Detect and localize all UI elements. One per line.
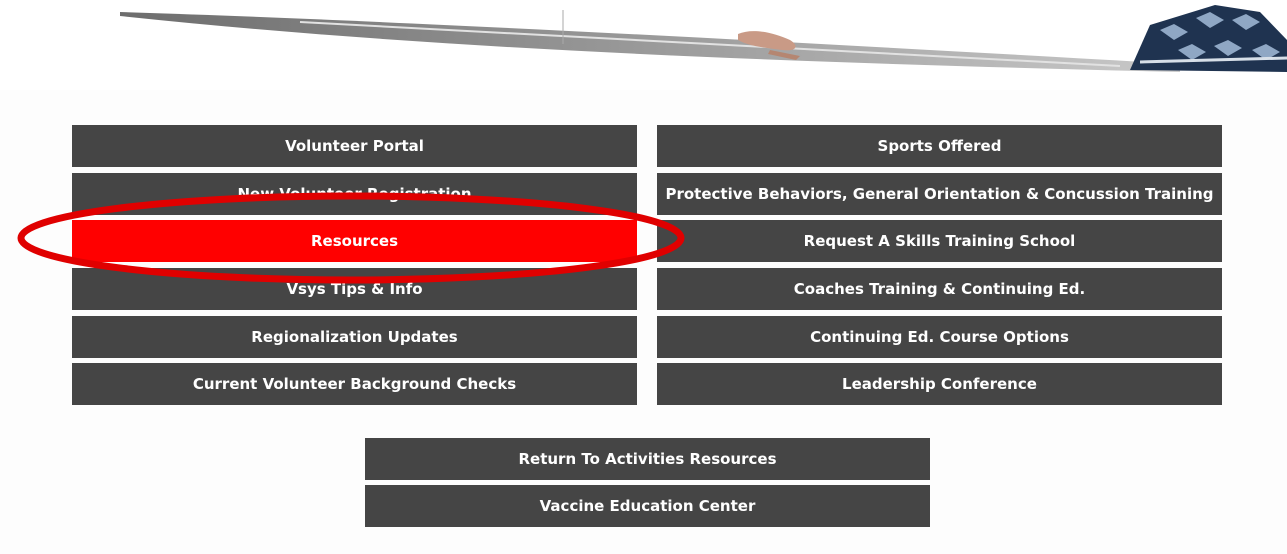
- coaches-training-button[interactable]: Coaches Training & Continuing Ed.: [657, 268, 1222, 310]
- new-volunteer-registration-button[interactable]: New Volunteer Registration: [72, 173, 637, 215]
- vsys-tips-info-button[interactable]: Vsys Tips & Info: [72, 268, 637, 310]
- volunteer-portal-button[interactable]: Volunteer Portal: [72, 125, 637, 167]
- sports-offered-button[interactable]: Sports Offered: [657, 125, 1222, 167]
- request-skills-training-button[interactable]: Request A Skills Training School: [657, 220, 1222, 262]
- continuing-ed-options-button[interactable]: Continuing Ed. Course Options: [657, 316, 1222, 358]
- return-to-activities-button[interactable]: Return To Activities Resources: [365, 438, 930, 480]
- protective-behaviors-training-button[interactable]: Protective Behaviors, General Orientatio…: [657, 173, 1222, 215]
- vaccine-education-center-button[interactable]: Vaccine Education Center: [365, 485, 930, 527]
- leadership-conference-button[interactable]: Leadership Conference: [657, 363, 1222, 405]
- resources-button[interactable]: Resources: [72, 220, 637, 262]
- regionalization-updates-button[interactable]: Regionalization Updates: [72, 316, 637, 358]
- banner-image: [0, 0, 1287, 90]
- background-checks-button[interactable]: Current Volunteer Background Checks: [72, 363, 637, 405]
- page: Volunteer Portal New Volunteer Registrat…: [0, 0, 1287, 554]
